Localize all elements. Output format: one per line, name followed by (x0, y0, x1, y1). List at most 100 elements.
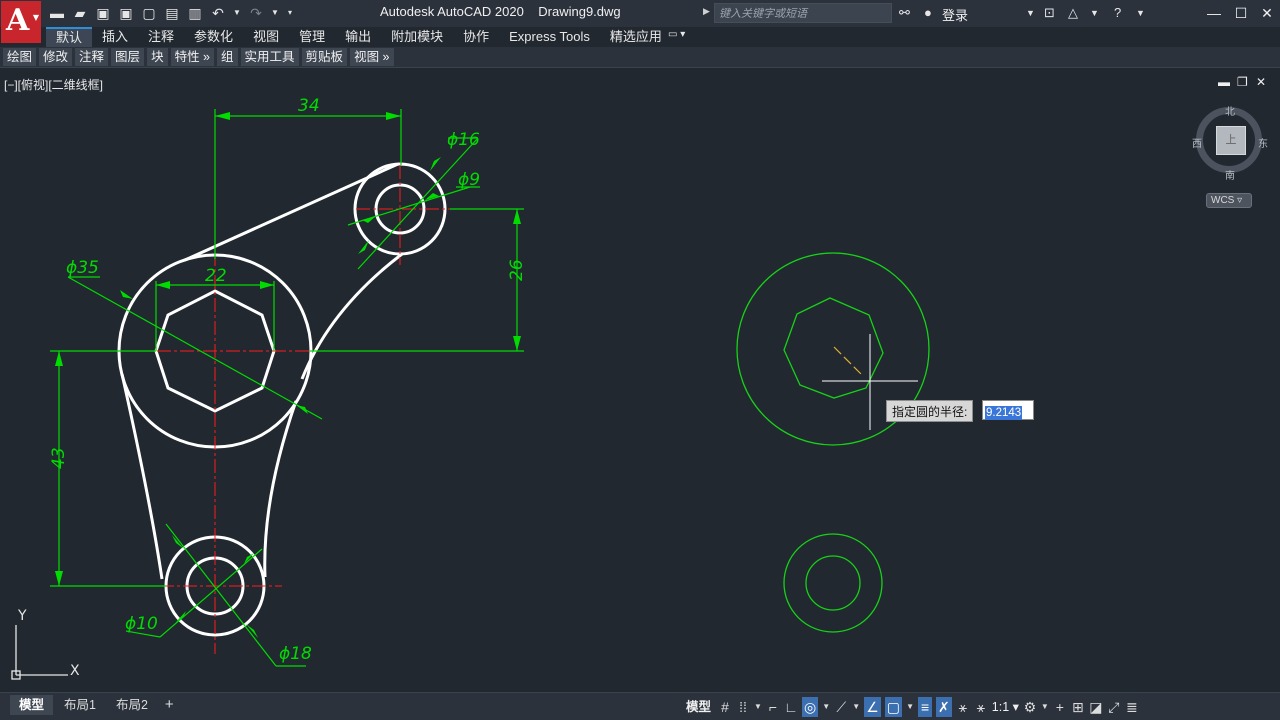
undo-icon[interactable]: ↶ (209, 4, 227, 22)
object-snap-tracking-icon[interactable]: ∠ (864, 697, 881, 717)
tab-parametric[interactable]: 参数化 (184, 27, 243, 47)
panel-utilities[interactable]: 实用工具 (240, 48, 299, 66)
polar-tracking-icon[interactable]: ◎ (802, 697, 819, 717)
panel-groups[interactable]: 组 (217, 48, 238, 66)
close-icon[interactable]: ✕ (1256, 3, 1278, 23)
new-inner-circle (805, 555, 861, 611)
binoculars-icon[interactable]: ⚯ (899, 4, 910, 22)
panel-view[interactable]: 视图 » (350, 48, 394, 66)
units-icon[interactable]: ⊞ (1071, 697, 1085, 717)
viewport-restore-icon[interactable]: ❐ (1237, 75, 1248, 89)
help-dropdown-icon[interactable]: ▼ (1136, 4, 1145, 22)
login-button[interactable]: 登录 (942, 5, 968, 24)
cart-icon[interactable]: ⊡ (1044, 4, 1055, 22)
ortho-icon[interactable]: ∟ (784, 697, 798, 717)
drawing-canvas[interactable]: 34 ϕ16 ϕ9 22 ϕ35 26 43 ϕ10 ϕ18 (0, 69, 1280, 692)
tab-output[interactable]: 输出 (335, 27, 381, 47)
osnap-dropdown-icon[interactable]: ▼ (906, 697, 914, 717)
autodesk-app-icon[interactable]: △ (1068, 4, 1078, 22)
minimize-icon[interactable]: — (1203, 3, 1225, 23)
workspace-gear-icon[interactable]: ⚙ (1023, 697, 1037, 717)
viewport-controls-label[interactable]: [−][俯视][二维线框] (4, 76, 103, 93)
tab-collaborate[interactable]: 协作 (453, 27, 499, 47)
selection-cycling-icon[interactable]: ✗ (936, 697, 952, 717)
redo-dropdown-icon[interactable]: ▼ (270, 4, 280, 22)
new-geometry (736, 252, 930, 633)
tab-featured-apps[interactable]: 精选应用 (600, 27, 672, 47)
compass-east[interactable]: 东 (1258, 135, 1268, 150)
fullscreen-icon[interactable]: ⤢ (1107, 697, 1121, 717)
panel-draw[interactable]: 绘图 (3, 48, 37, 66)
ribbon-minimize-toggle-icon[interactable]: ▭ ▾ (668, 29, 685, 40)
model-space-button[interactable]: 模型 (683, 697, 714, 717)
status-bar: 模型 布局1 布局2 + 模型 # ⁞⁞ ▼ ⌐ ∟ ◎ ▼ ⟋ ▼ ∠ ▢ ▼… (0, 692, 1280, 720)
annotation-scale-button[interactable]: 1:1 ▾ (992, 697, 1019, 717)
tab-manage[interactable]: 管理 (289, 27, 335, 47)
tab-insert[interactable]: 插入 (92, 27, 138, 47)
panel-modify[interactable]: 修改 (39, 48, 73, 66)
ribbon-panel-bar: 绘图 修改 注释 图层 块 特性 » 组 实用工具 剪贴板 视图 » (0, 47, 1280, 68)
panel-clipboard[interactable]: 剪贴板 (301, 48, 348, 66)
application-menu-button[interactable]: A ▼ (1, 1, 41, 43)
save-as-icon[interactable]: ▣ (117, 4, 135, 22)
plot-icon[interactable]: ▥ (186, 4, 204, 22)
tab-express-tools[interactable]: Express Tools (499, 27, 600, 47)
drawing-area[interactable]: 34 ϕ16 ϕ9 22 ϕ35 26 43 ϕ10 ϕ18 [−][俯视][二… (0, 69, 1280, 692)
customize-toolbar-icon[interactable]: ▾ (285, 4, 295, 22)
add-layout-button[interactable]: + (159, 695, 180, 715)
isolate-objects-icon[interactable]: ◪ (1089, 697, 1103, 717)
panel-properties[interactable]: 特性 » (170, 48, 215, 66)
isometric-icon[interactable]: ⟋ (834, 697, 848, 717)
tab-annotate[interactable]: 注释 (138, 27, 184, 47)
compass-north[interactable]: 北 (1225, 103, 1235, 118)
undo-dropdown-icon[interactable]: ▼ (232, 4, 242, 22)
open-file-icon[interactable]: ▰ (71, 4, 89, 22)
panel-layers[interactable]: 图层 (111, 48, 145, 66)
iso-dropdown-icon[interactable]: ▼ (852, 697, 860, 717)
tab-layout2[interactable]: 布局2 (107, 695, 157, 715)
lineweight-icon[interactable]: ≡ (918, 697, 933, 717)
app-dropdown-icon[interactable]: ▼ (1090, 4, 1099, 22)
viewport-minimize-icon[interactable]: ▬ (1218, 75, 1230, 89)
grid-icon[interactable]: # (718, 697, 732, 717)
tab-model[interactable]: 模型 (10, 695, 54, 715)
right-arm-arc (263, 400, 298, 578)
customize-menu-icon[interactable]: ≣ (1125, 697, 1139, 717)
autocad-logo-letter: A (6, 3, 30, 38)
annotation-monitor-icon[interactable]: + (1053, 697, 1067, 717)
save-icon[interactable]: ▣ (94, 4, 112, 22)
auto-scale-icon[interactable]: ⚹ (974, 697, 988, 717)
radius-input-value: 9.2143 (985, 406, 1023, 420)
cube-top-face[interactable]: 上 (1216, 126, 1246, 155)
redo-icon[interactable]: ↷ (247, 4, 265, 22)
snap-dropdown-icon[interactable]: ▼ (754, 697, 762, 717)
viewcube[interactable]: 上 北 南 东 西 (1192, 103, 1268, 182)
tab-addins[interactable]: 附加模块 (381, 27, 453, 47)
panel-annotation[interactable]: 注释 (75, 48, 109, 66)
login-dropdown-icon[interactable]: ▼ (1026, 4, 1035, 22)
snap-mode-icon[interactable]: ⁞⁞ (736, 697, 750, 717)
tab-view[interactable]: 视图 (243, 27, 289, 47)
polar-dropdown-icon[interactable]: ▼ (822, 697, 830, 717)
user-icon[interactable]: ● (924, 4, 932, 22)
maximize-icon[interactable]: ☐ (1230, 3, 1252, 23)
compass-west[interactable]: 西 (1192, 135, 1202, 150)
workspace-dropdown-icon[interactable]: ▼ (1041, 697, 1049, 717)
search-expand-icon[interactable]: ▶ (703, 6, 710, 17)
search-input[interactable]: 键入关键字或短语 (714, 3, 892, 23)
tab-layout1[interactable]: 布局1 (55, 695, 105, 715)
radius-input[interactable]: 9.2143 (982, 400, 1034, 420)
part-geometry (117, 162, 447, 637)
panel-block[interactable]: 块 (147, 48, 168, 66)
tab-home[interactable]: 默认 (46, 27, 93, 47)
help-icon[interactable]: ? (1114, 4, 1121, 22)
infer-constraints-icon[interactable]: ⌐ (766, 697, 780, 717)
wcs-menu-button[interactable]: WCS ▿ (1206, 193, 1252, 208)
new-file-icon[interactable]: ▬ (48, 4, 66, 22)
export-icon[interactable]: ▤ (163, 4, 181, 22)
web-mobile-icon[interactable]: ▢ (140, 4, 158, 22)
compass-south[interactable]: 南 (1225, 167, 1235, 182)
viewport-close-icon[interactable]: ✕ (1256, 75, 1266, 89)
annotation-visibility-icon[interactable]: ⚹ (956, 697, 970, 717)
object-snap-icon[interactable]: ▢ (884, 697, 903, 717)
